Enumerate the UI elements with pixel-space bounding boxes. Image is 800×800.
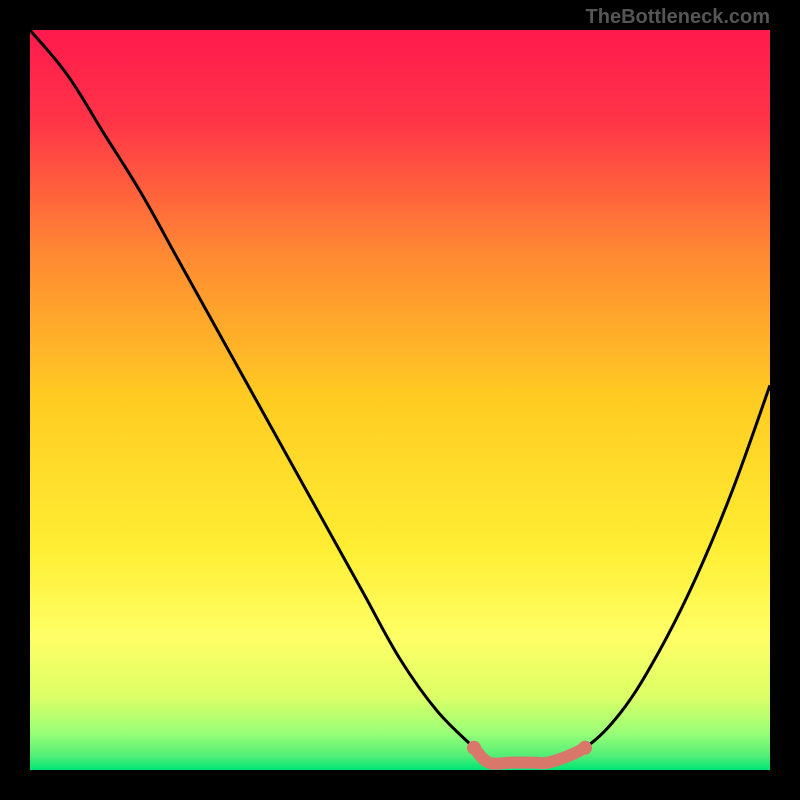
chart-container: TheBottleneck.com — [0, 0, 800, 800]
plot-area — [30, 30, 770, 770]
curve-layer — [30, 30, 770, 770]
optimal-zone-highlight — [474, 748, 585, 764]
bottleneck-curve — [30, 30, 770, 764]
watermark-text: TheBottleneck.com — [586, 6, 770, 29]
